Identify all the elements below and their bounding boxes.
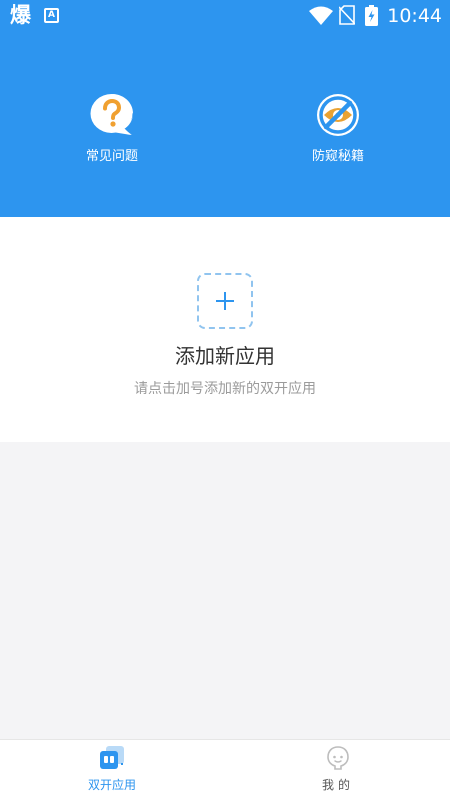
- status-time: 10:44: [387, 5, 442, 27]
- add-app-button[interactable]: [197, 273, 253, 329]
- faq-entry[interactable]: 常见问题: [52, 93, 172, 166]
- bottom-nav: 双开应用 我的: [0, 739, 450, 800]
- nav-item-mine[interactable]: 我的: [283, 745, 393, 799]
- anti-peek-label: 防窥秘籍: [311, 149, 364, 164]
- dual-app-icon: [100, 746, 124, 769]
- add-app-hint: 请点击加号添加新的双开应用: [134, 381, 316, 397]
- a-notification-icon: [44, 8, 59, 23]
- plus-icon: [216, 292, 234, 310]
- faq-label: 常见问题: [85, 149, 138, 164]
- add-app-panel: 添加新应用 请点击加号添加新的双开应用: [0, 217, 450, 442]
- wifi-icon: [309, 6, 333, 25]
- status-bar: 爆 10:44: [0, 0, 450, 32]
- nav-item-dual-apps[interactable]: 双开应用: [57, 745, 167, 799]
- anti-peek-entry[interactable]: 防窥秘籍: [278, 93, 398, 166]
- profile-face-icon: [327, 746, 349, 770]
- battery-charging-icon: [365, 5, 378, 26]
- nav-label-dual-apps: 双开应用: [87, 778, 136, 792]
- add-app-title: 添加新应用: [175, 344, 275, 368]
- screen: 爆 10:44 常见问: [0, 0, 450, 800]
- header: 爆 10:44 常见问: [0, 0, 450, 217]
- no-sim-icon: [339, 5, 355, 25]
- no-peek-eye-icon: [317, 94, 359, 136]
- nav-label-mine: 我的: [321, 778, 354, 792]
- app-notification-icon: 爆: [10, 3, 31, 27]
- question-bubble-icon: [90, 94, 133, 135]
